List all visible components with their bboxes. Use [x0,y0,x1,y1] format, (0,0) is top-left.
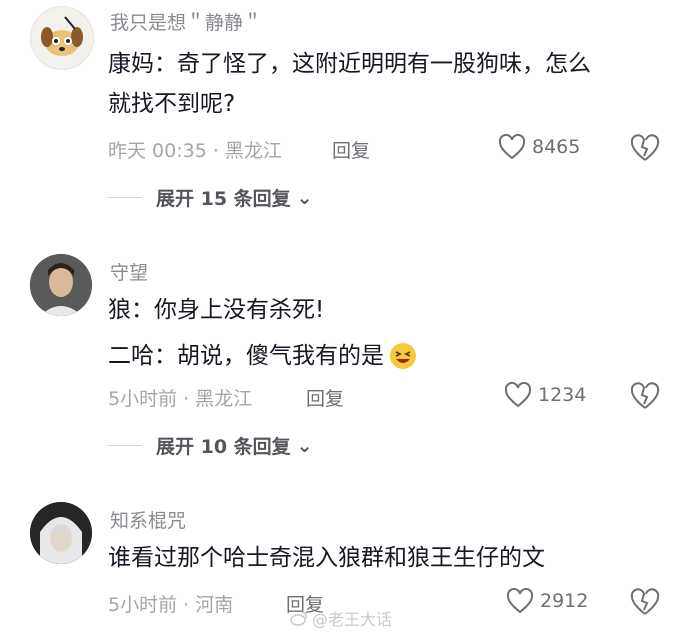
dislike-button[interactable] [630,134,660,166]
laughing-emoji-icon [390,343,416,369]
like-button[interactable]: 1234 [504,382,586,408]
person-avatar-icon [30,254,92,316]
reply-button[interactable]: 回复 [306,384,344,411]
comment-line: 康妈：奇了怪了，这附近明明有一股狗味，怎么 [108,51,591,77]
comment-text: 狼：你身上没有杀死! 二哈：胡说，傻气我有的是 [108,290,668,376]
chevron-down-icon: ⌄ [296,186,313,209]
dislike-button[interactable] [630,382,660,414]
heart-icon [506,588,534,614]
like-count: 1234 [538,384,587,406]
avatar[interactable] [30,6,94,70]
expand-replies[interactable]: 展开 15 条回复 ⌄ [108,184,313,211]
comment-line: 谁看过那个哈士奇混入狼群和狼王生仔的文 [108,545,545,571]
divider [108,445,142,446]
broken-heart-icon [630,382,660,409]
username[interactable]: 知系棍咒 [110,506,186,533]
time-location: 昨天 00:35 · 黑龙江 [108,140,282,162]
watermark-text: @老王大话 [312,610,393,629]
expand-replies-label: 展开 10 条回复 [156,436,291,458]
username[interactable]: 我只是想＂静静＂ [110,8,262,35]
like-button[interactable]: 2912 [506,588,588,614]
heart-icon [498,134,526,160]
heart-icon [504,382,532,408]
broken-heart-icon [630,134,660,161]
username[interactable]: 守望 [110,258,148,285]
person-avatar-icon [30,502,92,564]
like-count: 2912 [540,590,589,612]
like-count: 8465 [532,136,581,158]
divider [108,197,142,198]
watermark: @老王大话 [290,606,392,630]
weibo-icon [290,611,307,626]
broken-heart-icon [630,588,660,615]
dislike-button[interactable] [630,588,660,620]
comment-line: 就找不到呢? [108,91,236,117]
like-button[interactable]: 8465 [498,134,580,160]
comment-line: 二哈：胡说，傻气我有的是 [108,343,384,369]
expand-replies-label: 展开 15 条回复 [156,188,291,210]
expand-replies[interactable]: 展开 10 条回复 ⌄ [108,432,313,459]
comment-line-with-emoji: 二哈：胡说，傻气我有的是 [108,336,668,376]
reply-button[interactable]: 回复 [332,136,370,163]
avatar[interactable] [30,254,92,316]
time-location: 5小时前 · 河南 [108,594,234,616]
dog-avatar-icon [41,16,83,56]
comment-line: 狼：你身上没有杀死! [108,297,325,323]
time-location: 5小时前 · 黑龙江 [108,388,253,410]
comment-text: 康妈：奇了怪了，这附近明明有一股狗味，怎么 就找不到呢? [108,44,668,124]
chevron-down-icon: ⌄ [296,434,313,457]
comment-text: 谁看过那个哈士奇混入狼群和狼王生仔的文 [108,538,668,578]
avatar[interactable] [30,502,92,564]
